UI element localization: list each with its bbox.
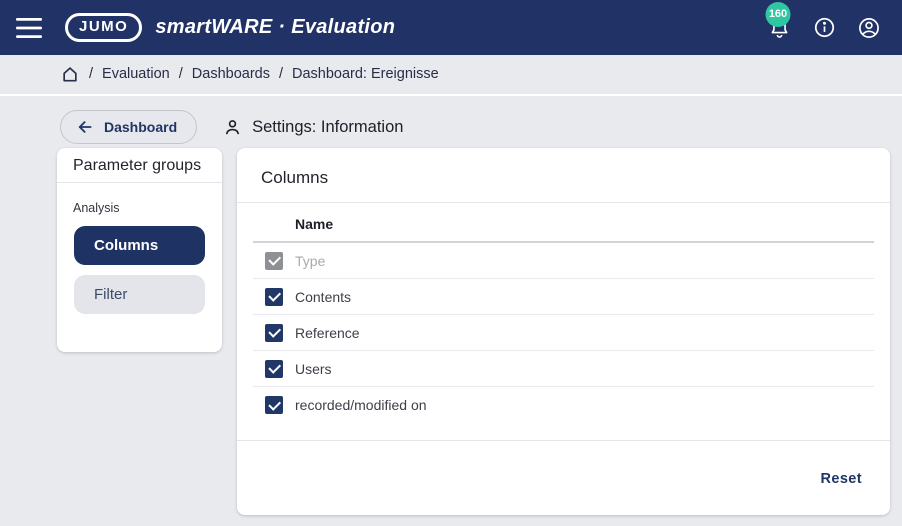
panel-title: Columns <box>237 148 890 203</box>
sidebar-title: Parameter groups <box>57 148 222 183</box>
home-icon <box>60 64 80 84</box>
panel-footer: Reset <box>237 440 890 515</box>
breadcrumb: / Evaluation / Dashboards / Dashboard: E… <box>0 55 902 96</box>
breadcrumb-separator: / <box>89 66 93 82</box>
breadcrumb-item-current: Dashboard: Ereignisse <box>292 66 439 82</box>
table-row: Users <box>253 351 874 387</box>
dashboard-back-button[interactable]: Dashboard <box>60 110 197 144</box>
breadcrumb-separator: / <box>279 66 283 82</box>
app-header: JUMO smartWARE · Evaluation 160 <box>0 0 902 55</box>
row-label: Contents <box>295 289 351 305</box>
notifications-button[interactable]: 160 <box>766 15 792 41</box>
page-title-text: Settings: Information <box>252 118 403 137</box>
checkbox-recorded-modified-on[interactable] <box>265 396 283 414</box>
account-button[interactable] <box>856 15 882 41</box>
page-title: Settings: Information <box>222 117 403 138</box>
sidebar-item-columns[interactable]: Columns <box>74 226 205 265</box>
column-header-name: Name <box>253 203 874 243</box>
breadcrumb-item-evaluation[interactable]: Evaluation <box>102 66 170 82</box>
parameter-groups-panel: Parameter groups Analysis Columns Filter <box>57 148 222 352</box>
checkbox-type <box>265 252 283 270</box>
back-button-label: Dashboard <box>104 119 177 135</box>
toolbar: Dashboard Settings: Information <box>60 110 902 144</box>
account-icon <box>857 16 881 40</box>
info-icon <box>813 16 836 39</box>
table-row: Reference <box>253 315 874 351</box>
table-row: Type <box>253 243 874 279</box>
table-row: Contents <box>253 279 874 315</box>
info-button[interactable] <box>811 15 837 41</box>
checkbox-reference[interactable] <box>265 324 283 342</box>
person-icon <box>222 117 243 138</box>
breadcrumb-separator: / <box>179 66 183 82</box>
checkbox-contents[interactable] <box>265 288 283 306</box>
row-label: Type <box>295 253 325 269</box>
breadcrumb-item-dashboards[interactable]: Dashboards <box>192 66 270 82</box>
back-arrow-icon <box>76 118 94 136</box>
columns-table: Name Type Contents Reference Users recor… <box>253 203 874 423</box>
sidebar-item-filter[interactable]: Filter <box>74 275 205 314</box>
checkbox-users[interactable] <box>265 360 283 378</box>
content-area: Parameter groups Analysis Columns Filter… <box>57 148 890 515</box>
table-row: recorded/modified on <box>253 387 874 423</box>
row-label: recorded/modified on <box>295 397 427 413</box>
breadcrumb-home[interactable] <box>60 64 80 84</box>
menu-icon[interactable] <box>16 18 42 38</box>
row-label: Reference <box>295 325 360 341</box>
columns-panel: Columns Name Type Contents Reference Use… <box>237 148 890 515</box>
reset-button[interactable]: Reset <box>821 471 863 487</box>
jumo-logo-text: JUMO <box>79 18 128 35</box>
notification-count-badge: 160 <box>766 2 791 27</box>
app-title: smartWARE · Evaluation <box>155 16 395 39</box>
sidebar-group-label: Analysis <box>73 201 206 215</box>
jumo-logo[interactable]: JUMO <box>65 13 142 42</box>
row-label: Users <box>295 361 332 377</box>
